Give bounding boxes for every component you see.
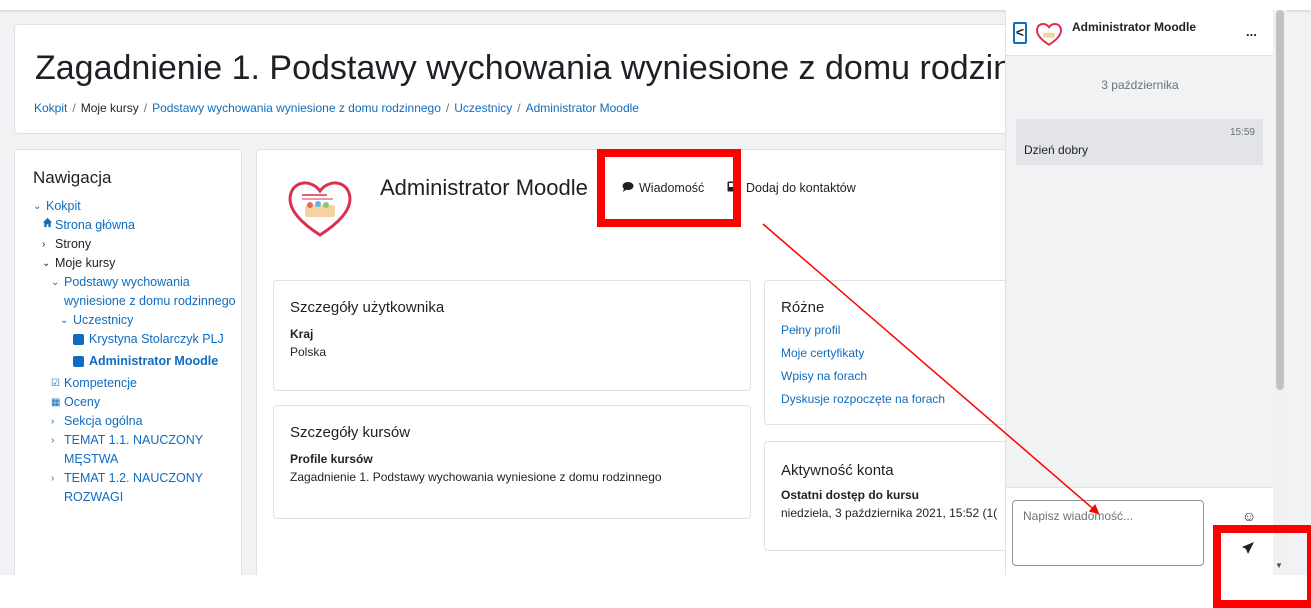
back-button[interactable]: <: [1013, 22, 1027, 44]
avatar: [285, 175, 355, 241]
conversation-day: 3 października: [1101, 78, 1179, 92]
nav-item-label[interactable]: Kokpit: [46, 197, 238, 216]
nav-item-label[interactable]: Podstawy wychowania wyniesione z domu ro…: [64, 273, 238, 311]
breadcrumb-item-course[interactable]: Podstawy wychowania wyniesione z domu ro…: [152, 101, 441, 115]
nav-item-grades[interactable]: ▦ Oceny: [33, 393, 238, 412]
nav-item-label: Moje kursy: [55, 256, 116, 270]
user-square-icon: [73, 352, 89, 374]
my-certificates-link[interactable]: Moje certyfikaty: [781, 346, 864, 360]
message-text: Dzień dobry: [1024, 143, 1089, 157]
nav-item-topic-1-1[interactable]: › TEMAT 1.1. NAUCZONY MĘSTWA: [33, 431, 238, 469]
message-input[interactable]: [1012, 500, 1204, 566]
drawer-scrollbar[interactable]: ▼: [1273, 10, 1287, 575]
nav-item-pages[interactable]: › Strony: [33, 235, 238, 254]
more-options-icon[interactable]: ...: [1246, 24, 1257, 39]
account-activity-title: Aktywność konta: [781, 462, 894, 479]
nav-item-label[interactable]: Sekcja ogólna: [64, 412, 238, 431]
drawer-header: < Administrator Moodle ...: [1006, 10, 1274, 56]
misc-card: Różne Pełny profil Moje certyfikaty Wpis…: [764, 280, 1016, 425]
grid-icon: ▦: [51, 397, 61, 408]
message-time: 15:59: [1229, 127, 1255, 138]
navigation-tree: ⌄ Kokpit Strona główna › Strony ⌄ Moje k…: [33, 197, 238, 507]
course-profile-link[interactable]: Zagadnienie 1. Podstawy wychowania wynie…: [290, 468, 750, 486]
moodle-app: Zagadnienie 1. Podstawy wychowania wynie…: [0, 0, 1311, 575]
emoji-icon[interactable]: ☺: [1242, 508, 1256, 524]
nav-item-label: Strony: [55, 237, 92, 251]
chevron-down-icon: ⌄: [60, 315, 69, 326]
last-access-label: Ostatni dostęp do kursu: [781, 488, 920, 502]
misc-title: Różne: [781, 299, 825, 316]
course-details-title: Szczegóły kursów: [290, 424, 411, 441]
address-card-icon: [727, 180, 741, 195]
user-square-icon: [73, 330, 89, 352]
breadcrumb-item-participants[interactable]: Uczestnicy: [454, 101, 512, 115]
scroll-down-icon[interactable]: ▼: [1275, 561, 1283, 570]
speech-bubble-icon: [622, 180, 634, 195]
nav-item-participants[interactable]: ⌄ Uczestnicy: [33, 311, 238, 330]
nav-item-competencies[interactable]: ☑ Kompetencje: [33, 374, 238, 393]
nav-item-dashboard[interactable]: ⌄ Kokpit: [33, 197, 238, 216]
breadcrumb: Kokpit / Moje kursy / Podstawy wychowania wy…: [34, 101, 639, 115]
account-activity-card: Aktywność konta Ostatni dostęp do kursu …: [764, 441, 1016, 551]
navigation-block: Nawigacja ⌄ Kokpit Strona główna › Stron…: [14, 149, 242, 575]
top-navbar: [0, 0, 1311, 10]
country-label: Kraj: [290, 327, 314, 341]
forum-posts-link[interactable]: Wpisy na forach: [781, 369, 867, 383]
nav-item-topic-1-2[interactable]: › TEMAT 1.2. NAUCZONY ROZWAGI: [33, 469, 238, 507]
breadcrumb-item-dashboard[interactable]: Kokpit: [34, 101, 67, 115]
home-icon: [42, 216, 55, 235]
nav-item-general-section[interactable]: › Sekcja ogólna: [33, 412, 238, 431]
chevron-down-icon: ⌄: [51, 277, 60, 288]
full-profile-link[interactable]: Pełny profil: [781, 323, 840, 337]
chevron-right-icon: ›: [42, 239, 46, 250]
nav-item-label[interactable]: Administrator Moodle: [89, 352, 238, 371]
add-contact-button[interactable]: Dodaj do kontaktów: [727, 180, 856, 195]
forum-discussions-link[interactable]: Dyskusje rozpoczęte na forach: [781, 392, 945, 406]
course-details-card: Szczegóły kursów Profile kursów Zagadnie…: [273, 405, 751, 519]
nav-item-label[interactable]: TEMAT 1.1. NAUCZONY MĘSTWA: [64, 431, 238, 469]
nav-item-participant-2[interactable]: Administrator Moodle: [33, 352, 238, 374]
nav-item-participant-1[interactable]: Krystyna Stolarczyk PLJ: [33, 330, 238, 352]
nav-item-site-home[interactable]: Strona główna: [33, 216, 238, 235]
navigation-title: Nawigacja: [33, 168, 112, 187]
nav-item-my-courses[interactable]: ⌄ Moje kursy: [33, 254, 238, 273]
country-value: Polska: [290, 345, 327, 359]
checkbox-icon: ☑: [51, 378, 60, 389]
nav-item-label[interactable]: Strona główna: [55, 216, 238, 235]
conversation-name[interactable]: Administrator Moodle: [1072, 20, 1196, 34]
course-profiles-label: Profile kursów: [290, 452, 373, 466]
chevron-down-icon: ⌄: [33, 201, 42, 212]
chevron-right-icon: ›: [51, 435, 55, 446]
add-contact-label: Dodaj do kontaktów: [746, 180, 856, 195]
nav-item-label[interactable]: TEMAT 1.2. NAUCZONY ROZWAGI: [64, 469, 238, 507]
nav-item-label[interactable]: Uczestnicy: [73, 311, 238, 330]
nav-item-label[interactable]: Kompetencje: [64, 374, 238, 393]
breadcrumb-item-my-courses: Moje kursy: [80, 101, 139, 115]
user-details-title: Szczegóły użytkownika: [290, 299, 445, 316]
message-button-label: Wiadomość: [639, 180, 705, 195]
send-button[interactable]: [1241, 541, 1255, 559]
scrollbar-thumb[interactable]: [1276, 10, 1284, 390]
chevron-left-icon: <: [1015, 24, 1025, 40]
message-composer: ☺: [1006, 487, 1274, 575]
message-button[interactable]: Wiadomość: [622, 180, 704, 195]
chevron-right-icon: ›: [51, 416, 55, 427]
user-details-card: Szczegóły użytkownika Kraj Polska: [273, 280, 751, 391]
nav-item-course[interactable]: ⌄ Podstawy wychowania wyniesione z domu …: [33, 273, 238, 311]
profile-name: Administrator Moodle: [380, 175, 588, 200]
breadcrumb-item-user[interactable]: Administrator Moodle: [526, 101, 639, 115]
page-title: Zagadnienie 1. Podstawy wychowania wynie…: [35, 49, 1088, 87]
chevron-right-icon: ›: [51, 473, 55, 484]
chevron-down-icon: ⌄: [42, 258, 51, 269]
message-bubble: 15:59 Dzień dobry: [1016, 119, 1263, 165]
page-header: Zagadnienie 1. Podstawy wychowania wynie…: [14, 24, 1088, 134]
send-icon: [1242, 542, 1254, 554]
message-drawer: < Administrator Moodle ... 3 październik…: [1005, 10, 1274, 575]
last-access-value: niedziela, 3 października 2021, 15:52 (1…: [781, 506, 998, 520]
nav-item-label[interactable]: Oceny: [64, 393, 238, 412]
nav-item-label[interactable]: Krystyna Stolarczyk PLJ: [89, 330, 238, 349]
drawer-avatar[interactable]: [1035, 20, 1063, 48]
